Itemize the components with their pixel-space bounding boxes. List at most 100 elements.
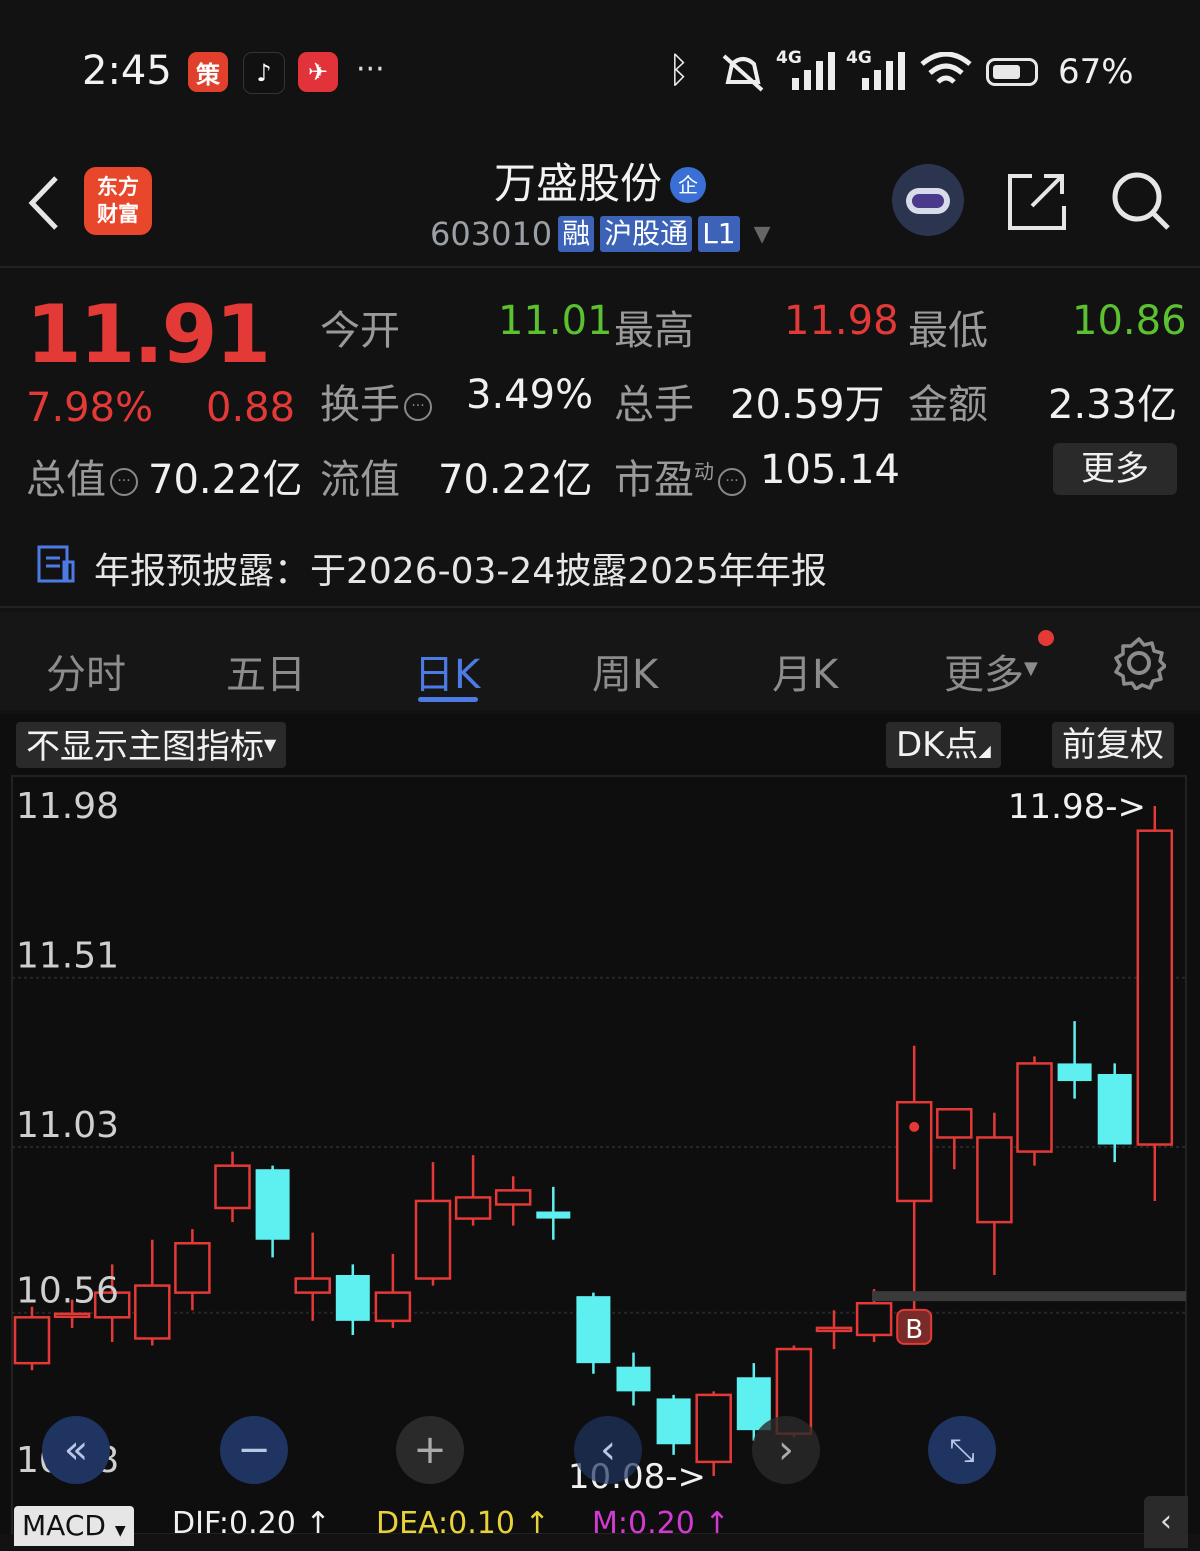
collapse-panel-button[interactable]: ‹ [1144, 1496, 1188, 1548]
candle-body [494, 1189, 532, 1206]
label-volume: 总手 [614, 382, 694, 428]
change-amount: 0.88 [206, 385, 296, 431]
label-turnover: 换手 ··· [320, 372, 432, 430]
wifi-icon [920, 52, 972, 84]
candle [454, 1155, 492, 1226]
macd-selector[interactable]: MACD ▼ [14, 1506, 134, 1546]
candle-body [53, 1312, 91, 1319]
zoom-out-button[interactable]: − [220, 1416, 288, 1484]
candle-body [895, 1100, 933, 1203]
fullscreen-button[interactable]: ⤡ [928, 1416, 996, 1484]
candle-body [1057, 1063, 1092, 1082]
dropdown-icon: ▼ [1024, 658, 1038, 679]
stock-name: 万盛股份 [493, 159, 662, 208]
tab-five-day[interactable]: 五日 [226, 642, 306, 700]
value-high: 11.98 [784, 298, 899, 344]
value-float-cap: 70.22亿 [438, 457, 593, 503]
annual-report-notice[interactable]: 年报预披露：于2026-03-24披露2025年年报 [94, 542, 827, 594]
value-turnover: 3.49% [466, 372, 594, 418]
candle-body [335, 1275, 370, 1321]
macd-m-value: M:0.20 [592, 1506, 695, 1541]
tab-daily-k[interactable]: 日K [414, 642, 480, 700]
candle-body [695, 1393, 732, 1464]
candle-body [374, 1291, 412, 1323]
more-notifications-icon: ··· [356, 52, 385, 87]
more-quote-button[interactable]: 更多 [1053, 443, 1177, 495]
robot-assistant-icon[interactable] [892, 164, 964, 236]
dropdown-icon: ▼ [114, 1523, 126, 1539]
active-tab-indicator [418, 697, 478, 702]
candle-body [576, 1296, 611, 1364]
candle-body [656, 1398, 691, 1445]
value-low: 10.86 [1072, 298, 1187, 344]
candle-body [255, 1169, 290, 1240]
tab-intraday[interactable]: 分时 [46, 642, 126, 700]
label-amount: 金额 [908, 382, 988, 428]
candle [374, 1253, 412, 1328]
candle [536, 1186, 571, 1240]
candle [1136, 806, 1174, 1201]
candle-body [134, 1284, 171, 1340]
candle [494, 1176, 532, 1226]
candle [1097, 1063, 1132, 1163]
label-open: 今开 [320, 308, 400, 354]
zoom-in-button[interactable]: + [396, 1416, 464, 1484]
candle-body [815, 1326, 853, 1333]
info-icon[interactable]: ··· [404, 393, 432, 421]
macd-name: MACD [22, 1509, 106, 1542]
candle [174, 1229, 211, 1311]
candle-body [936, 1108, 973, 1139]
value-volume: 20.59万 [730, 382, 885, 428]
candle-body [414, 1199, 452, 1280]
candle-body [1016, 1062, 1053, 1153]
candle [134, 1239, 171, 1346]
y-tick-label: 11.51 [16, 936, 119, 977]
battery-percent: 67% [1058, 52, 1134, 92]
stock-code: 603010 [430, 215, 553, 253]
label-float-cap: 流值 [320, 457, 400, 503]
candle [656, 1394, 691, 1455]
scroll-left-button[interactable]: ‹ [574, 1416, 642, 1484]
value-market-cap: 70.22亿 [148, 457, 303, 503]
label-high: 最高 [614, 308, 694, 354]
buy-dot [909, 1121, 920, 1132]
macd-dea-value: DEA:0.10 [376, 1506, 515, 1541]
tab-more[interactable]: 更多▼ [944, 642, 1038, 700]
buy-marker-label: B [905, 1315, 923, 1345]
share-icon[interactable] [1006, 172, 1068, 232]
info-icon[interactable]: ··· [718, 468, 746, 496]
max-price-label: 11.98-> [1008, 787, 1146, 827]
label-pe-sup: 动 [694, 459, 714, 484]
value-pe: 105.14 [760, 447, 900, 493]
candle-body [214, 1164, 251, 1210]
stock-code-row[interactable]: 603010 融 沪股通 L1 ▼ [430, 215, 771, 253]
settings-gear-icon[interactable] [1112, 636, 1166, 690]
label-pe-text: 市盈 [614, 457, 694, 503]
tab-monthly-k[interactable]: 月K [772, 642, 838, 700]
battery-icon [986, 58, 1038, 86]
scroll-right-button[interactable]: › [752, 1416, 820, 1484]
candle [815, 1310, 853, 1350]
macd-dea: DEA:0.10 ↑ [376, 1506, 550, 1541]
info-icon[interactable]: ··· [110, 468, 138, 496]
search-icon[interactable] [1110, 170, 1172, 232]
candle-body [855, 1301, 893, 1337]
bluetooth-icon: ᛒ [668, 50, 690, 91]
candle-body [294, 1277, 331, 1294]
scroll-start-button[interactable]: « [42, 1416, 110, 1484]
macd-dif: DIF:0.20 ↑ [172, 1506, 331, 1541]
tab-weekly-k[interactable]: 周K [592, 642, 658, 700]
y-tick-label: 10.56 [16, 1271, 119, 1312]
current-price: 11.91 [26, 288, 271, 381]
tiktok-icon: ♪ [243, 52, 285, 94]
candle [1016, 1056, 1053, 1166]
company-badge-icon: 企 [670, 167, 706, 203]
signal-icon [792, 52, 835, 90]
candle [214, 1151, 251, 1223]
candle [13, 1306, 51, 1371]
candle [976, 1112, 1013, 1275]
period-tabs: 分时 五日 日K 周K 月K 更多▼ [0, 612, 1200, 710]
label-market-cap-text: 总值 [26, 457, 106, 503]
kline-chart-area[interactable]: 不显示主图指标▼ DK点◢ 前复权 11.9811.5111.0310.5610… [0, 714, 1200, 1548]
label-pe: 市盈动 ··· [614, 447, 746, 505]
